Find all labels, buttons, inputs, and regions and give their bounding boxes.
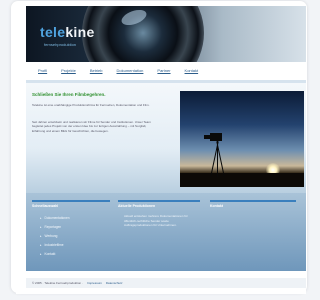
- main-navigation: Profil Projekte Betrieb Dokumentation Pa…: [26, 63, 306, 77]
- nav-item-partner[interactable]: Partner: [157, 68, 170, 73]
- logo-part-2: kine: [65, 24, 95, 40]
- site-tagline: fernsehproduktion: [44, 42, 77, 47]
- page-footer: © 2005 · Telekine Fernsehproduktion · Im…: [26, 278, 306, 288]
- quick-link[interactable]: Reportagen: [40, 222, 70, 231]
- copyright-text: © 2005 · Telekine Fernsehproduktion ·: [32, 281, 84, 285]
- web-page: telekine fernsehproduktion Profil Projek…: [16, 6, 306, 294]
- logo-part-1: tele: [40, 24, 66, 40]
- footer-columns: Schnellauswahl Aktuelle Produktionen Kon…: [26, 193, 306, 271]
- site-logo[interactable]: telekine: [40, 24, 95, 40]
- privacy-link[interactable]: Datenschutz: [106, 281, 123, 285]
- current-productions-text: Aktuell entstehen mehrere Dokumentatione…: [124, 214, 188, 228]
- page-headline: Schließen Sie Ihren Filmbegehren.: [32, 92, 106, 97]
- quick-link[interactable]: Dokumentationen: [40, 213, 70, 222]
- body-paragraph: Seit Jahren entwickeln und realisieren w…: [32, 120, 151, 133]
- site-header: telekine fernsehproduktion: [26, 6, 306, 62]
- quick-link[interactable]: Industriefilme: [40, 240, 70, 249]
- imprint-link[interactable]: Impressum: [87, 281, 102, 285]
- nav-item-dokumentation[interactable]: Dokumentation: [117, 68, 144, 73]
- quick-links-list: Dokumentationen Reportagen Werbung Indus…: [40, 213, 70, 258]
- current-productions-title: Aktuelle Produktionen: [118, 200, 200, 208]
- intro-paragraph: Telekine ist eine unabhängige Produktion…: [32, 103, 150, 107]
- nav-item-kontakt[interactable]: Kontakt: [185, 68, 199, 73]
- camera-lens-silhouette: [204, 135, 212, 139]
- nav-item-profil[interactable]: Profil: [38, 68, 47, 73]
- main-content: Schließen Sie Ihren Filmbegehren. Teleki…: [26, 83, 306, 193]
- sunset-camera-photo: [180, 91, 304, 187]
- contact-title: Kontakt: [210, 200, 296, 208]
- quick-links-title: Schnellauswahl: [32, 200, 110, 208]
- quick-link[interactable]: Kontakt: [40, 249, 70, 258]
- quick-link[interactable]: Werbung: [40, 231, 70, 240]
- nav-item-betrieb[interactable]: Betrieb: [90, 68, 103, 73]
- ground-silhouette: [180, 173, 304, 187]
- nav-item-projekte[interactable]: Projekte: [61, 68, 76, 73]
